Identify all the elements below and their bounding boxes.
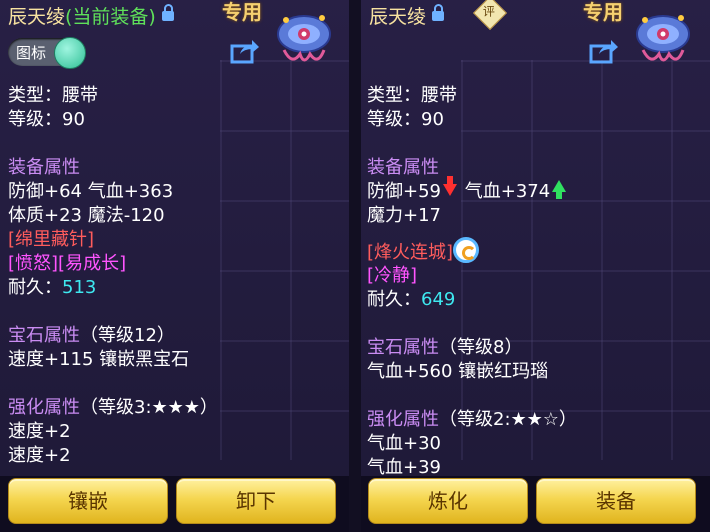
gem-level: （等级8） [439, 337, 523, 358]
trait-tags: [愤怒][易成长] [8, 253, 127, 274]
inlay-button[interactable]: 镶嵌 [8, 478, 168, 524]
durability-label: 耐久： [367, 289, 421, 310]
durability-label: 耐久： [8, 277, 62, 298]
enhance-header-label: 强化属性 [8, 397, 80, 418]
durability: 耐久：513 [8, 276, 345, 300]
attr-header: 装备属性 [8, 157, 80, 178]
toggle-knob [54, 37, 86, 69]
special-skill-label: [烽火连城] [367, 242, 454, 263]
refine-button[interactable]: 炼化 [368, 478, 528, 524]
refresh-icon[interactable] [453, 237, 480, 263]
current-equipment-panel: 辰天绫(当前装备) 专用 图标 类型：腰带 等级：90 装备属性 防御+64 气… [0, 0, 349, 532]
gem-header: 宝石属性（等级8） [367, 336, 706, 360]
evaluate-badge-label: 评 [482, 4, 495, 19]
belt-emblem-icon [277, 15, 331, 62]
attr-line: 体质+23 魔法-120 [8, 205, 165, 226]
item-name: 辰天绫 [8, 6, 66, 28]
special-skill-tag: [绵里藏针] [8, 229, 95, 250]
arrow-up-icon [552, 180, 567, 199]
item-details: 类型：腰带 等级：90 装备属性 防御+64 气血+363 体质+23 魔法-1… [8, 84, 345, 468]
trait-tags: [冷静] [367, 265, 418, 286]
gem-header: 宝石属性（等级12） [8, 324, 345, 348]
enhance-level: （等级2:★★☆） [439, 409, 577, 430]
lock-icon[interactable] [432, 3, 445, 21]
durability: 耐久：649 [367, 288, 706, 312]
item-title: 辰天绫(当前装备) [8, 2, 174, 29]
item-name: 辰天绫 [369, 6, 427, 28]
evaluate-badge-icon[interactable]: 评 [473, 0, 507, 30]
share-icon[interactable] [589, 38, 619, 64]
enhance-line: 气血+30 [367, 433, 441, 454]
enhance-level: （等级3:★★★） [80, 397, 218, 418]
item-details: 类型：腰带 等级：90 装备属性 防御+59 气血+374 魔力+17 [烽火连… [367, 84, 706, 480]
item-level: 等级：90 [8, 109, 85, 130]
attr-line: 魔力+17 [367, 205, 441, 226]
compare-equipment-panel: 辰天绫 评 专用 类型：腰带 等级：90 装备属性 防御+59 气血+374 魔… [361, 0, 710, 532]
lock-icon[interactable] [161, 3, 174, 21]
belt-emblem-icon [636, 15, 690, 62]
enhance-header-label: 强化属性 [367, 409, 439, 430]
attr-line: 防御+59 气血+374 [367, 176, 706, 204]
panel-divider [349, 0, 361, 532]
gem-line: 气血+560 镶嵌红玛瑙 [367, 361, 549, 382]
gem-header-label: 宝石属性 [8, 325, 80, 346]
special-skill-tag: [烽火连城] [367, 237, 706, 264]
equipped-label: (当前装备) [65, 6, 156, 28]
item-type: 类型：腰带 [367, 85, 457, 106]
equip-button[interactable]: 装备 [536, 478, 696, 524]
toggle-label: 图标 [16, 44, 47, 62]
gem-level: （等级12） [80, 325, 175, 346]
durability-value: 513 [62, 277, 97, 298]
unequip-button[interactable]: 卸下 [176, 478, 336, 524]
item-level: 等级：90 [367, 109, 444, 130]
attr-defense: 防御+59 [367, 181, 441, 202]
attr-header: 装备属性 [367, 157, 439, 178]
item-type: 类型：腰带 [8, 85, 98, 106]
enhance-header: 强化属性（等级2:★★☆） [367, 408, 706, 432]
durability-value: 649 [421, 289, 456, 310]
gem-header-label: 宝石属性 [367, 337, 439, 358]
enhance-line: 速度+2 [8, 445, 71, 466]
enhance-line: 速度+2 [8, 421, 71, 442]
attr-hp: 气血+374 [464, 181, 551, 202]
exclusive-badge: 专用 [222, 0, 262, 24]
share-icon[interactable] [230, 38, 260, 64]
gem-line: 速度+115 镶嵌黑宝石 [8, 349, 190, 370]
exclusive-badge: 专用 [583, 0, 623, 24]
arrow-down-icon [443, 176, 457, 196]
icon-toggle[interactable]: 图标 [8, 37, 86, 69]
attr-line: 防御+64 气血+363 [8, 181, 174, 202]
enhance-header: 强化属性（等级3:★★★） [8, 396, 345, 420]
item-title: 辰天绫 [369, 2, 445, 29]
